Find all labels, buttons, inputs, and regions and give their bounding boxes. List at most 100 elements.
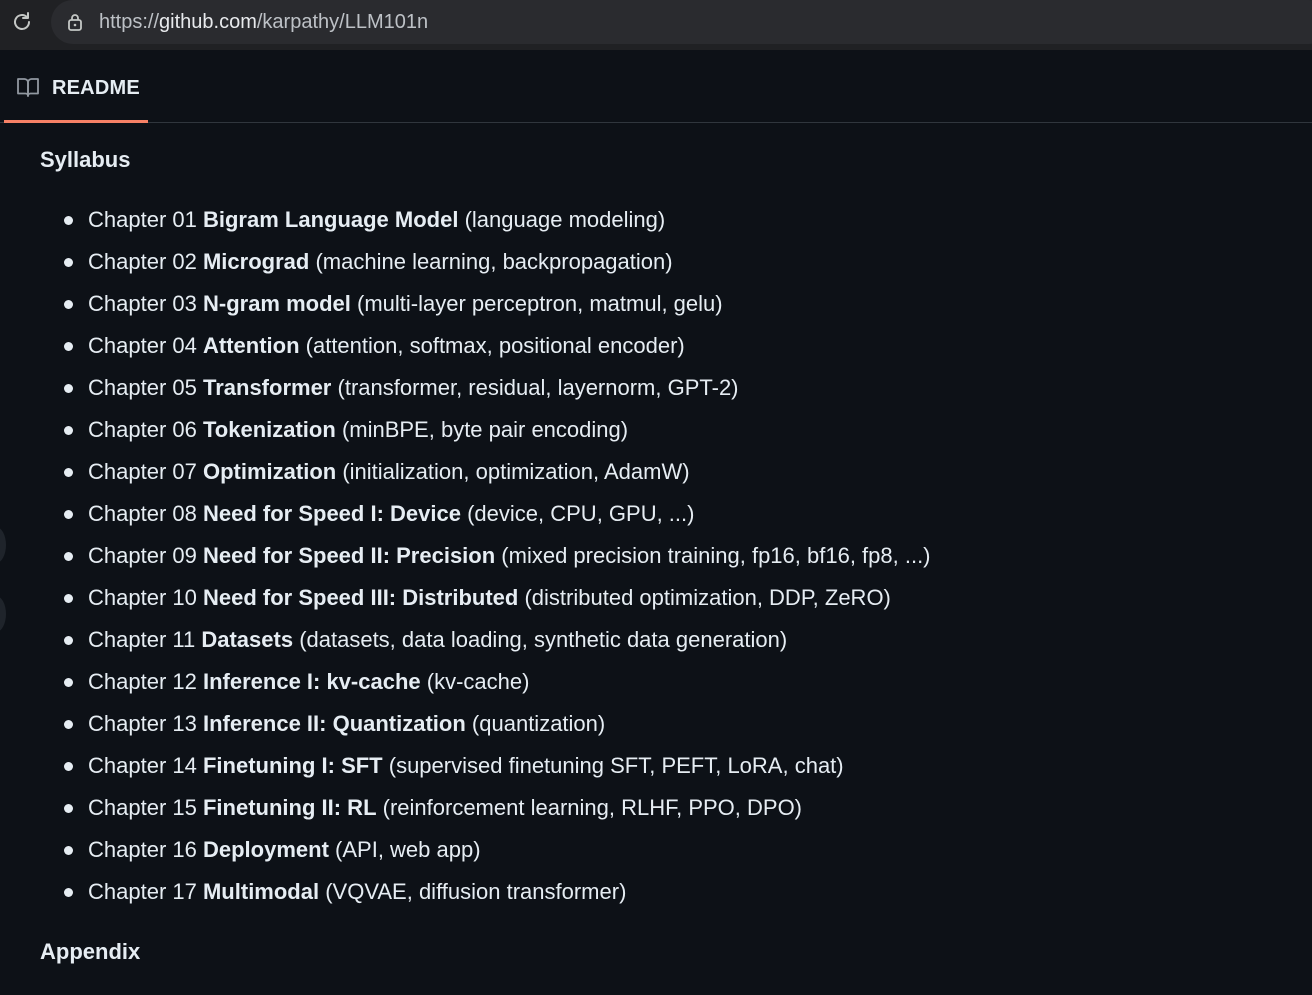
chapter-number: Chapter 13 [88,711,197,736]
bullet-icon [64,426,73,435]
bullet-icon [64,720,73,729]
bullet-icon [64,258,73,267]
list-item: Chapter 17 Multimodal (VQVAE, diffusion … [0,871,1312,913]
list-item: Chapter 04 Attention (attention, softmax… [0,325,1312,367]
chapter-text: Chapter 12 Inference I: kv-cache (kv-cac… [88,661,529,703]
chapter-text: Chapter 03 N-gram model (multi-layer per… [88,283,723,325]
bullet-icon [64,342,73,351]
bullet-icon [64,510,73,519]
chapter-title: Micrograd [202,249,310,274]
list-item: Chapter 14 Finetuning I: SFT (supervised… [0,745,1312,787]
chapter-text: Chapter 08 Need for Speed I: Device (dev… [88,493,694,535]
chapter-topics: (device, CPU, GPU, ...) [467,501,695,526]
chapter-number: Chapter 09 [88,543,197,568]
chapter-topics: (attention, softmax, positional encoder) [305,333,685,358]
chapter-number: Chapter 01 [88,207,197,232]
bullet-icon [64,888,73,897]
bullet-icon [64,552,73,561]
chapter-topics: (language modeling) [464,207,666,232]
list-item: Chapter 12 Inference I: kv-cache (kv-cac… [0,661,1312,703]
chapter-text: Chapter 07 Optimization (initialization,… [88,451,690,493]
bullet-icon [64,468,73,477]
chapter-topics: (distributed optimization, DDP, ZeRO) [524,585,891,610]
bullet-icon [64,804,73,813]
bullet-icon [64,300,73,309]
chapter-text: Chapter 15 Finetuning II: RL (reinforcem… [88,787,802,829]
chapter-title: Optimization [202,459,337,484]
chapter-text: Chapter 14 Finetuning I: SFT (supervised… [88,745,844,787]
chapter-topics: (API, web app) [335,837,481,862]
chapter-number: Chapter 15 [88,795,197,820]
chapter-number: Chapter 16 [88,837,197,862]
chapter-text: Chapter 17 Multimodal (VQVAE, diffusion … [88,871,626,913]
chapter-text: Chapter 01 Bigram Language Model (langua… [88,199,665,241]
chapter-topics: (multi-layer perceptron, matmul, gelu) [357,291,723,316]
chapter-number: Chapter 14 [88,753,197,778]
syllabus-heading: Syllabus [40,147,131,172]
reload-icon [14,12,30,30]
chapter-topics: (machine learning, backpropagation) [315,249,673,274]
tab-readme[interactable]: README [4,50,148,123]
bullet-icon [64,678,73,687]
address-bar[interactable]: https://github.com/karpathy/LLM101n [51,0,1312,44]
chapter-topics: (initialization, optimization, AdamW) [342,459,690,484]
list-item: Chapter 10 Need for Speed III: Distribut… [0,577,1312,619]
list-item: Chapter 01 Bigram Language Model (langua… [0,199,1312,241]
list-item: Chapter 09 Need for Speed II: Precision … [0,535,1312,577]
bullet-icon [64,384,73,393]
chapter-topics: (mixed precision training, fp16, bf16, f… [501,543,931,568]
chapter-title: Bigram Language Model [202,207,459,232]
list-item: Chapter 16 Deployment (API, web app) [0,829,1312,871]
chapter-title: Need for Speed II: Precision [202,543,496,568]
chapter-topics: (datasets, data loading, synthetic data … [299,627,788,652]
chapter-number: Chapter 02 [88,249,197,274]
bullet-icon [64,636,73,645]
chapter-number: Chapter 11 [88,627,196,652]
readme-tab-label: README [52,77,140,99]
browser-toolbar: https://github.com/karpathy/LLM101n [0,0,1312,50]
bullet-icon [64,594,73,603]
url-path: /karpathy/LLM101n [256,11,429,33]
chapter-number: Chapter 06 [88,417,197,442]
chapter-topics: (VQVAE, diffusion transformer) [325,879,627,904]
chapter-title: Inference I: kv-cache [202,669,421,694]
chapter-title: Inference II: Quantization [202,711,466,736]
chapter-title: Tokenization [202,417,336,442]
chapter-number: Chapter 05 [88,375,197,400]
url-text[interactable]: https://github.com/karpathy/LLM101n [99,10,428,34]
chapter-title: Finetuning I: SFT [202,753,383,778]
chapter-text: Chapter 13 Inference II: Quantization (q… [88,703,605,745]
appendix-heading: Appendix [40,939,141,964]
chapter-topics: (minBPE, byte pair encoding) [341,417,629,442]
chapter-text: Chapter 05 Transformer (transformer, res… [88,367,739,409]
list-item: Chapter 02 Micrograd (machine learning, … [0,241,1312,283]
list-item: Chapter 15 Finetuning II: RL (reinforcem… [0,787,1312,829]
chapter-topics: (quantization) [471,711,606,736]
lock-icon[interactable] [65,12,85,32]
chapter-number: Chapter 03 [88,291,197,316]
list-item: Chapter 07 Optimization (initialization,… [0,451,1312,493]
url-host: github.com [159,11,257,33]
chapter-number: Chapter 12 [88,669,197,694]
chapter-text: Chapter 06 Tokenization (minBPE, byte pa… [88,409,628,451]
chapter-topics: (reinforcement learning, RLHF, PPO, DPO) [382,795,803,820]
chapter-title: Finetuning II: RL [202,795,377,820]
list-item: Chapter 13 Inference II: Quantization (q… [0,703,1312,745]
chapter-number: Chapter 10 [88,585,197,610]
chapter-text: Chapter 10 Need for Speed III: Distribut… [88,577,891,619]
chapter-title: Deployment [202,837,329,862]
chapter-text: Chapter 09 Need for Speed II: Precision … [88,535,931,577]
chapter-number: Chapter 04 [88,333,197,358]
chapter-title: N-gram model [202,291,351,316]
chapter-title: Attention [202,333,300,358]
bullet-icon [64,846,73,855]
chapter-topics: (transformer, residual, layernorm, GPT-2… [337,375,739,400]
chapter-title: Datasets [201,627,294,652]
chapter-title: Transformer [202,375,332,400]
list-item: Chapter 03 N-gram model (multi-layer per… [0,283,1312,325]
reload-button[interactable] [8,8,36,36]
list-item: Chapter 11 Datasets (datasets, data load… [0,619,1312,661]
readme-header: README [0,50,1312,123]
list-item: Chapter 05 Transformer (transformer, res… [0,367,1312,409]
chapter-text: Chapter 11 Datasets (datasets, data load… [88,619,787,661]
